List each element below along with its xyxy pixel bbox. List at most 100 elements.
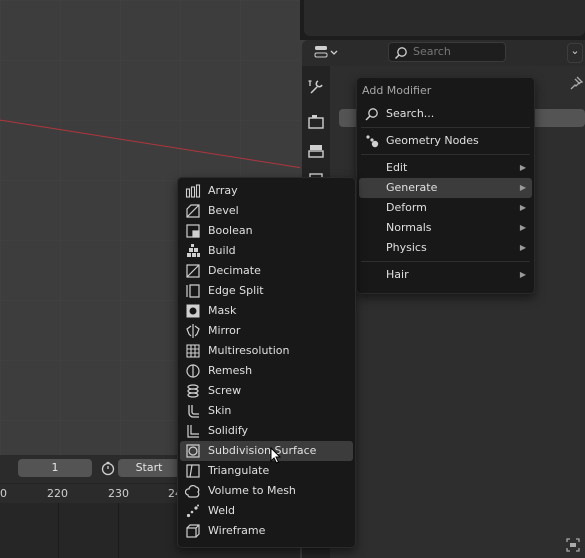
menu-item-physics[interactable]: Physics ▶ bbox=[359, 238, 532, 258]
edge-split-icon bbox=[185, 283, 201, 299]
boolean-icon bbox=[185, 223, 201, 239]
menu-item-label: Wireframe bbox=[208, 524, 266, 537]
submenu-arrow-icon: ▶ bbox=[519, 203, 526, 212]
area-options-icon[interactable] bbox=[565, 537, 581, 553]
current-frame-field[interactable]: 1 bbox=[18, 459, 92, 477]
menu-item-label: Remesh bbox=[208, 364, 253, 377]
mirror-icon bbox=[185, 323, 201, 339]
tool-tab-icon[interactable] bbox=[307, 78, 325, 96]
search-icon bbox=[394, 47, 407, 60]
submenu-arrow-icon: ▶ bbox=[519, 243, 526, 252]
menu-item-label: Edge Split bbox=[208, 284, 264, 297]
menu-item-edge-split[interactable]: Edge Split bbox=[180, 281, 353, 301]
properties-search-input[interactable]: Search bbox=[388, 42, 506, 62]
bevel-icon bbox=[185, 203, 201, 219]
skin-icon bbox=[185, 403, 201, 419]
add-modifier-menu: Add Modifier Search... Geometry Nodes Ed… bbox=[356, 77, 535, 294]
weld-icon bbox=[185, 503, 201, 519]
submenu-arrow-icon: ▶ bbox=[519, 163, 526, 172]
editor-type-button[interactable] bbox=[312, 43, 340, 61]
menu-item-label: Weld bbox=[208, 504, 236, 517]
render-tab-icon[interactable] bbox=[307, 113, 325, 131]
volume-to-mesh-icon bbox=[184, 483, 201, 499]
subdivision-surface-icon bbox=[185, 443, 201, 459]
menu-item-triangulate[interactable]: Triangulate bbox=[180, 461, 353, 481]
timeline-gridline bbox=[58, 503, 59, 558]
menu-item-multiresolution[interactable]: Multiresolution bbox=[180, 341, 353, 361]
chevron-down-icon[interactable]: ⌄ bbox=[567, 43, 583, 63]
menu-item-label: Subdivision Surface bbox=[208, 444, 317, 457]
menu-separator bbox=[361, 127, 530, 128]
menu-item-label: Geometry Nodes bbox=[386, 134, 479, 147]
menu-item-label: Triangulate bbox=[208, 464, 270, 477]
ruler-label: 230 bbox=[108, 487, 129, 500]
menu-item-geometry-nodes[interactable]: Geometry Nodes bbox=[359, 131, 532, 151]
decimate-icon bbox=[185, 263, 201, 279]
stopwatch-icon[interactable] bbox=[100, 460, 116, 476]
menu-item-remesh[interactable]: Remesh bbox=[180, 361, 353, 381]
generate-submenu: Array Bevel Boolean Build Decimate Edge … bbox=[177, 177, 356, 548]
search-placeholder: Search bbox=[413, 45, 451, 58]
pin-icon[interactable] bbox=[568, 75, 584, 91]
menu-item-subdivision-surface[interactable]: Subdivision Surface bbox=[180, 441, 353, 461]
array-icon bbox=[185, 183, 201, 199]
menu-item-boolean[interactable]: Boolean bbox=[180, 221, 353, 241]
menu-item-label: Array bbox=[208, 184, 238, 197]
mouse-cursor-icon bbox=[270, 446, 282, 465]
menu-item-hair[interactable]: Hair ▶ bbox=[359, 265, 532, 285]
menu-item-screw[interactable]: Screw bbox=[180, 381, 353, 401]
menu-item-label: Volume to Mesh bbox=[208, 484, 296, 497]
screw-icon bbox=[185, 383, 201, 399]
menu-item-build[interactable]: Build bbox=[180, 241, 353, 261]
timeline-gridline bbox=[118, 503, 119, 558]
start-frame-field[interactable]: Start bbox=[118, 459, 180, 477]
geometry-nodes-icon bbox=[364, 133, 380, 149]
menu-item-solidify[interactable]: Solidify bbox=[180, 421, 353, 441]
search-icon bbox=[364, 106, 380, 122]
menu-item-mask[interactable]: Mask bbox=[180, 301, 353, 321]
menu-item-weld[interactable]: Weld bbox=[180, 501, 353, 521]
multiresolution-icon bbox=[185, 343, 201, 359]
menu-item-edit[interactable]: Edit ▶ bbox=[359, 158, 532, 178]
menu-item-decimate[interactable]: Decimate bbox=[180, 261, 353, 281]
menu-item-label: Boolean bbox=[208, 224, 253, 237]
menu-title: Add Modifier bbox=[362, 84, 432, 97]
remesh-icon bbox=[185, 363, 201, 379]
menu-item-label: Generate bbox=[386, 181, 438, 194]
menu-item-normals[interactable]: Normals ▶ bbox=[359, 218, 532, 238]
menu-search-item[interactable]: Search... bbox=[359, 104, 532, 124]
build-icon bbox=[185, 243, 201, 259]
menu-item-label: Hair bbox=[386, 268, 409, 281]
menu-item-label: Mirror bbox=[208, 324, 241, 337]
menu-item-wireframe[interactable]: Wireframe bbox=[180, 521, 353, 541]
menu-separator bbox=[361, 154, 530, 155]
submenu-arrow-icon: ▶ bbox=[519, 223, 526, 232]
menu-item-mirror[interactable]: Mirror bbox=[180, 321, 353, 341]
submenu-arrow-icon: ▶ bbox=[519, 183, 526, 192]
menu-item-array[interactable]: Array bbox=[180, 181, 353, 201]
outliner-area bbox=[300, 0, 585, 40]
wireframe-icon bbox=[185, 523, 201, 539]
menu-item-label: Solidify bbox=[208, 424, 249, 437]
menu-item-label: Deform bbox=[386, 201, 427, 214]
output-tab-icon[interactable] bbox=[307, 142, 325, 160]
menu-item-label: Normals bbox=[386, 221, 432, 234]
menu-separator bbox=[361, 261, 530, 262]
menu-item-generate[interactable]: Generate ▶ bbox=[359, 178, 532, 198]
menu-item-label: Decimate bbox=[208, 264, 261, 277]
menu-item-label: Skin bbox=[208, 404, 232, 417]
menu-item-label: Search... bbox=[386, 107, 435, 120]
ruler-label: 220 bbox=[47, 487, 68, 500]
menu-item-bevel[interactable]: Bevel bbox=[180, 201, 353, 221]
ruler-label: 0 bbox=[0, 487, 7, 500]
menu-item-label: Physics bbox=[386, 241, 427, 254]
menu-item-volume-to-mesh[interactable]: Volume to Mesh bbox=[180, 481, 353, 501]
menu-item-deform[interactable]: Deform ▶ bbox=[359, 198, 532, 218]
menu-item-label: Screw bbox=[208, 384, 242, 397]
submenu-arrow-icon: ▶ bbox=[519, 270, 526, 279]
solidify-icon bbox=[185, 423, 201, 439]
properties-header: Search ⌄ bbox=[302, 40, 585, 66]
menu-item-skin[interactable]: Skin bbox=[180, 401, 353, 421]
menu-item-label: Build bbox=[208, 244, 236, 257]
menu-item-label: Multiresolution bbox=[208, 344, 290, 357]
